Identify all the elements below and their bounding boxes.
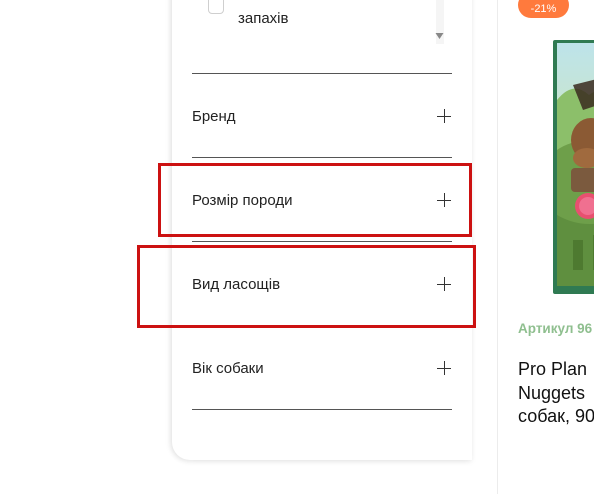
section-label: Бренд bbox=[192, 107, 236, 125]
filter-section-dog-age[interactable]: Вік собаки bbox=[192, 353, 452, 383]
filter-section-treat-type[interactable]: Вид ласощів bbox=[192, 269, 452, 299]
column-divider bbox=[497, 0, 498, 494]
plus-icon[interactable] bbox=[437, 109, 451, 123]
filter-section-brand[interactable]: Бренд bbox=[192, 101, 452, 131]
plus-icon[interactable] bbox=[437, 193, 451, 207]
title-line: Pro Plan bbox=[518, 359, 588, 379]
section-label: Вік собаки bbox=[192, 359, 264, 377]
plus-icon[interactable] bbox=[437, 361, 451, 375]
option-checkbox[interactable] bbox=[208, 0, 224, 14]
filter-options-list[interactable]: запахів bbox=[204, 0, 452, 44]
divider bbox=[192, 241, 452, 242]
discount-badge: -21% bbox=[518, 0, 569, 18]
plus-icon[interactable] bbox=[437, 277, 451, 291]
chevron-down-icon[interactable] bbox=[435, 33, 444, 39]
product-image[interactable] bbox=[553, 40, 594, 294]
divider bbox=[192, 325, 452, 326]
filter-panel bbox=[172, 0, 472, 460]
page: запахів Бренд Розмір породи Вид ласощів … bbox=[0, 0, 594, 494]
option-label: запахів bbox=[238, 10, 289, 27]
product-sku: Артикул 96 bbox=[518, 321, 593, 336]
divider bbox=[192, 409, 452, 410]
section-label: Вид ласощів bbox=[192, 275, 281, 293]
title-line: собак, 90 bbox=[518, 406, 594, 426]
product-title[interactable]: Pro Plan Nuggets собак, 90 bbox=[518, 358, 594, 429]
divider bbox=[192, 73, 452, 74]
filter-section-breed-size[interactable]: Розмір породи bbox=[192, 185, 452, 215]
section-label: Розмір породи bbox=[192, 191, 293, 209]
divider bbox=[192, 157, 452, 158]
title-line: Nuggets bbox=[518, 382, 586, 403]
